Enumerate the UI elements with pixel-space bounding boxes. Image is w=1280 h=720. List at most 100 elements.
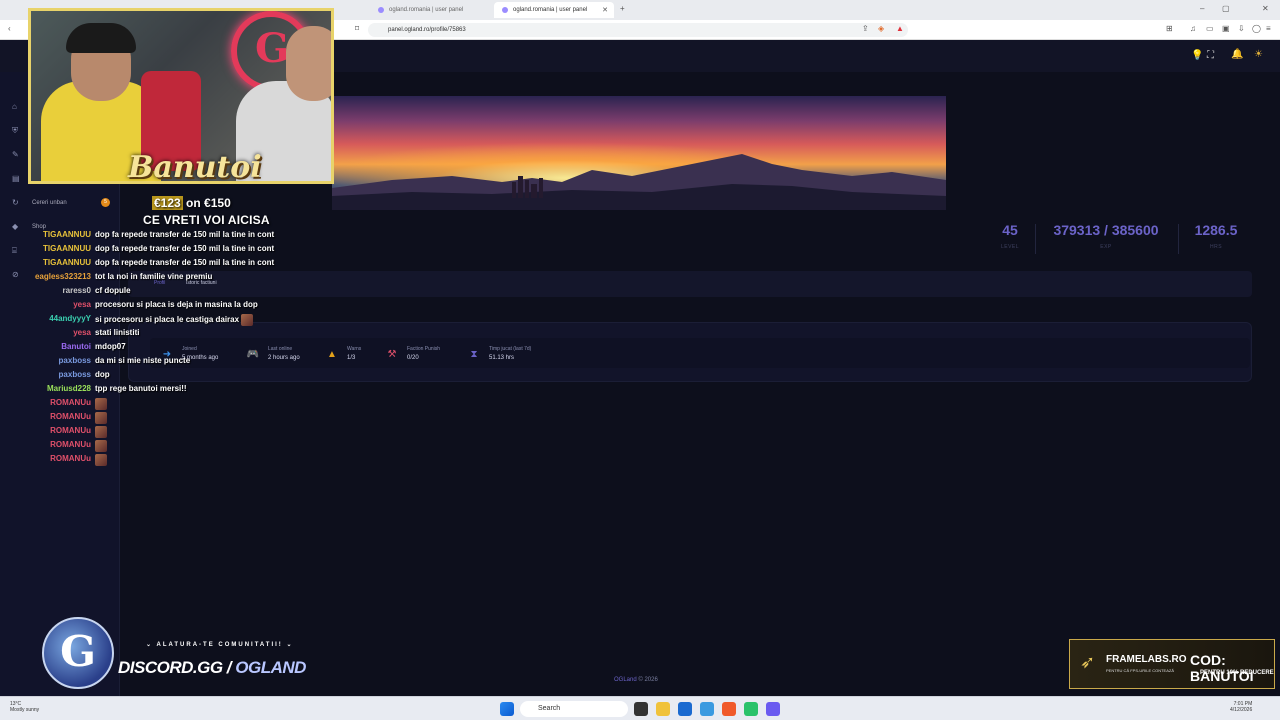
chat-text: dop fa repede transfer de 150 mil la tin… <box>95 244 275 253</box>
minimize-icon[interactable]: – <box>1200 4 1204 13</box>
clock[interactable]: 7:01 PM 4/12/2026 <box>1230 701 1252 713</box>
profile-banner <box>332 96 946 210</box>
info-faction-punish: ⚒ Faction Punish 0/20 <box>385 346 441 362</box>
sidebar-toggle-icon[interactable]: ▭ <box>1206 24 1214 33</box>
close-tab-icon[interactable]: ✕ <box>602 6 608 14</box>
info-title: Timp jucat (last 7d) <box>489 346 532 352</box>
store-icon[interactable] <box>678 702 692 716</box>
page-footer: OGLand © 2026 <box>614 677 658 683</box>
back-icon[interactable]: ‹ <box>8 24 11 33</box>
clock-date: 4/12/2026 <box>1230 707 1253 713</box>
maximize-icon[interactable]: ▢ <box>1222 4 1230 13</box>
chat-message: TIGAANNUU dop fa repede transfer de 150 m… <box>0 258 320 272</box>
footer-copyright: © 2026 <box>638 677 658 683</box>
hours-value: 1286.5 <box>1194 222 1238 238</box>
footer-brand[interactable]: OGLand <box>614 677 637 683</box>
exp-label: EXP <box>1100 244 1112 250</box>
brave-shield-icon[interactable]: ◈ <box>878 24 884 33</box>
url-field[interactable]: panel.ogland.ro/profile/75863 <box>368 23 908 37</box>
discord-icon[interactable] <box>766 702 780 716</box>
chat-user: ROMANUu <box>50 426 91 435</box>
new-tab-icon[interactable]: + <box>620 4 625 13</box>
chat-user: paxboss <box>58 370 91 379</box>
sidebar-item-cereri-unban[interactable]: ↻ Cereri unban <box>12 198 67 207</box>
discord-join-label: ALATURA-TE COMUNITATII! <box>156 642 283 648</box>
chat-user: ROMANUu <box>50 412 91 421</box>
chat-message: ROMANUu <box>0 440 320 454</box>
chat-message: TIGAANNUU dop fa repede transfer de 150 m… <box>0 230 320 244</box>
search-placeholder: Search <box>538 705 561 712</box>
discord-join-text: ⌄ ALATURA-TE COMUNITATII! ⌄ <box>146 641 294 648</box>
lightbulb-icon[interactable]: 💡 <box>1191 50 1203 61</box>
exp-value: 379313 / 385600 <box>1053 222 1159 238</box>
profile-icon[interactable]: ◯ <box>1252 24 1261 33</box>
notifications-icon[interactable]: 🔔 <box>1231 49 1243 60</box>
chat-text: tot la noi in familie vine premiu <box>95 272 213 281</box>
chat-user: TIGAANNUU <box>43 258 91 267</box>
info-playtime: ⧗ Timp jucat (last 7d) 51.13 hrs <box>467 346 531 362</box>
chat-message: ROMANUu <box>0 412 320 426</box>
sponsor-banner: ➶ FRAMELABS.RO PENTRU CĂ FPS-URILE CONTE… <box>1069 639 1275 689</box>
menu-icon[interactable]: ≡ <box>1266 24 1271 33</box>
edge-icon[interactable] <box>700 702 714 716</box>
gavel-icon: ⚒ <box>387 349 397 360</box>
chat-text: dop fa repede transfer de 150 mil la tin… <box>95 258 275 267</box>
ogland-logo-icon: G <box>42 617 114 689</box>
fullscreen-icon[interactable]: ⛶ <box>1207 50 1214 61</box>
close-window-icon[interactable]: ✕ <box>1262 4 1269 13</box>
chat-user: raress0 <box>62 286 91 295</box>
emote-icon <box>95 398 107 410</box>
brave-icon[interactable] <box>722 702 736 716</box>
chat-message: Mariusd228 tpp rege banutoi mersi!! <box>0 384 320 398</box>
chat-message: 44andyyyY si procesoru si placa le castig… <box>0 314 320 328</box>
task-view-icon[interactable] <box>634 702 648 716</box>
sponsor-discount: PENTRU 10% REDUCERE <box>1200 670 1274 676</box>
wallet-icon[interactable]: ▣ <box>1222 24 1230 33</box>
refresh-icon: ↻ <box>12 198 19 207</box>
rewards-icon[interactable]: ▲ <box>896 24 904 33</box>
chat-user: TIGAANNUU <box>43 230 91 239</box>
browser-tab[interactable]: ogland.romania | user panel <box>370 2 488 18</box>
sponsor-code: COD: BANUTOI <box>1190 652 1254 684</box>
cap <box>66 23 136 53</box>
bookmark-icon[interactable]: ⌑ <box>355 24 359 33</box>
url-text: panel.ogland.ro/profile/75863 <box>388 27 466 33</box>
donation-goal: €123 on €150 <box>152 196 231 210</box>
weather-widget[interactable]: 13°C Mostly sunny <box>10 701 39 713</box>
taskbar: 13°C Mostly sunny Search 7:01 PM 4/12/20… <box>0 696 1280 720</box>
chat-message: raress0 cf dopule <box>0 286 320 300</box>
theme-toggle-icon[interactable]: ☀ <box>1254 49 1263 60</box>
guest-head <box>286 26 331 101</box>
discord-url-name: OGLAND <box>235 658 306 677</box>
start-icon[interactable] <box>500 702 514 716</box>
tab-favicon-icon <box>502 7 508 13</box>
extensions-icon[interactable]: ⊞ <box>1166 24 1173 33</box>
info-title: Warns <box>347 346 362 352</box>
chat-user: yesa <box>73 328 91 337</box>
hourglass-icon: ⧗ <box>470 349 478 360</box>
chat-user: eagless323213 <box>34 272 91 281</box>
taskbar-search[interactable]: Search <box>520 701 628 717</box>
chat-message: paxboss dop <box>0 370 320 384</box>
chat-user: 44andyyyY <box>49 314 91 323</box>
share-icon[interactable]: ⇪ <box>862 24 869 33</box>
sponsor-subtitle: PENTRU CĂ FPS-URILE CONTEAZĂ <box>1106 668 1175 673</box>
discord-url: DISCORD.GG / OGLAND <box>118 658 306 678</box>
chat-user: TIGAANNUU <box>43 244 91 253</box>
chat-message: ROMANUu <box>0 426 320 440</box>
browser-tab-active[interactable]: ogland.romania | user panel ✕ <box>494 2 614 18</box>
level-label: LEVEL <box>1000 244 1020 250</box>
chat-text: stati linistiti <box>95 328 140 337</box>
obs-icon[interactable] <box>744 702 758 716</box>
chat-message: paxboss da mi si mie niste puncte <box>0 356 320 370</box>
emote-icon <box>95 440 107 452</box>
chat-user: Mariusd228 <box>46 384 91 393</box>
emote-icon <box>95 454 107 466</box>
chat-message: yesa procesoru si placa is deja in masina… <box>0 300 320 314</box>
music-icon[interactable]: ♫ <box>1190 24 1196 33</box>
emote-icon <box>241 314 254 326</box>
chat-text: si procesoru si placa le castiga dairax <box>95 315 240 325</box>
file-explorer-icon[interactable] <box>656 702 670 716</box>
chat-user: ROMANUu <box>50 454 91 463</box>
downloads-icon[interactable]: ⇩ <box>1238 24 1245 33</box>
